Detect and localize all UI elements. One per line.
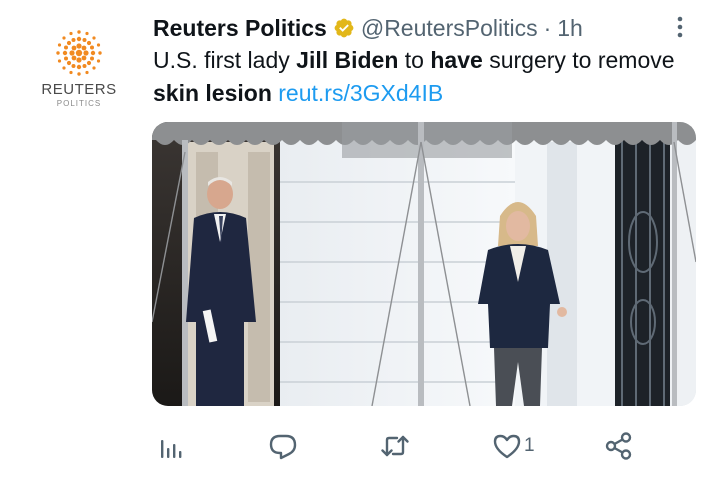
tweet-link[interactable]: reut.rs/3GXd4IB xyxy=(278,80,443,106)
retweet-icon xyxy=(381,435,409,457)
reply-icon xyxy=(269,434,297,460)
tweet-header: Reuters Politics @ReutersPolitics · 1h xyxy=(153,12,583,44)
avatar[interactable]: REUTERS POLITICS xyxy=(36,26,122,116)
reuters-logo-icon xyxy=(56,30,102,76)
retweet-button[interactable] xyxy=(380,424,410,468)
avatar-brand-text: REUTERS xyxy=(41,81,117,98)
display-name[interactable]: Reuters Politics xyxy=(153,15,327,42)
photo-scene xyxy=(152,122,696,406)
tweet-actions: 1 xyxy=(0,424,718,468)
analytics-icon xyxy=(161,440,182,458)
tweet-text-part: to xyxy=(398,47,431,73)
tweet-photo[interactable] xyxy=(152,122,696,406)
tweet-text-bold: have xyxy=(430,47,483,73)
verified-badge-icon xyxy=(334,18,354,38)
tweet-text: U.S. first lady Jill Biden to have surge… xyxy=(153,44,703,110)
share-button[interactable] xyxy=(604,424,634,468)
heart-icon xyxy=(493,434,521,459)
like-button[interactable]: 1 xyxy=(492,424,535,468)
analytics-button[interactable] xyxy=(157,424,187,468)
tweet-text-bold: Jill Biden xyxy=(296,47,399,73)
share-icon xyxy=(605,432,632,460)
avatar-brand-subtext: POLITICS xyxy=(56,99,102,108)
tweet-text-bold: skin lesion xyxy=(153,80,272,106)
separator-dot: · xyxy=(543,14,552,41)
tweet-text-part: surgery to remove xyxy=(482,47,675,73)
user-handle[interactable]: @ReutersPolitics xyxy=(361,15,538,42)
reply-button[interactable] xyxy=(268,424,298,468)
timestamp[interactable]: 1h xyxy=(557,15,583,42)
like-count: 1 xyxy=(524,435,535,456)
more-options-icon[interactable] xyxy=(672,12,688,42)
tweet-text-part: U.S. first lady xyxy=(153,47,297,73)
